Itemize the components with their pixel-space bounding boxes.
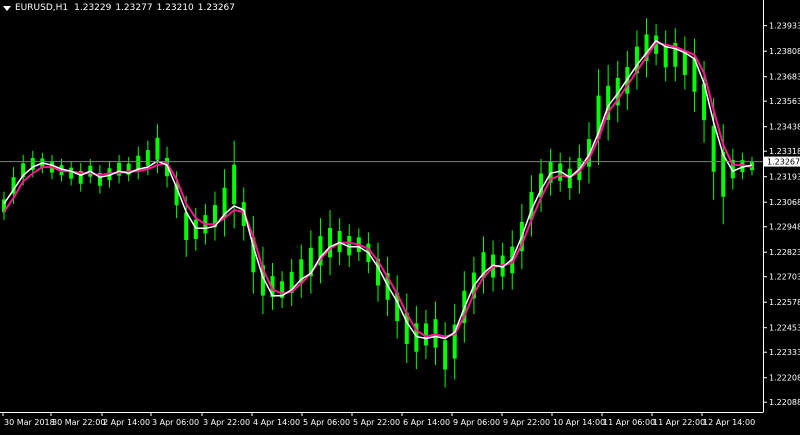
x-tick-label: 2 Apr 14:00 bbox=[103, 418, 150, 427]
chart-header: EURUSD,H1 1.23229 1.23277 1.23210 1.2326… bbox=[3, 2, 239, 14]
high-price: 1.23277 bbox=[115, 3, 153, 13]
x-tick-label: 12 Apr 14:00 bbox=[703, 418, 755, 427]
x-tick-label: 11 Apr 22:00 bbox=[653, 418, 705, 427]
x-tick-label: 30 Mar 22:00 bbox=[52, 418, 105, 427]
x-tick-label: 3 Apr 06:00 bbox=[152, 418, 199, 427]
y-tick-label: 1.22823 bbox=[769, 248, 800, 257]
x-tick-label: 6 Apr 14:00 bbox=[403, 418, 450, 427]
y-tick-label: 1.23318 bbox=[769, 147, 800, 156]
y-tick-label: 1.23563 bbox=[769, 97, 800, 106]
candle-body bbox=[193, 219, 198, 239]
low-price: 1.23210 bbox=[156, 3, 194, 13]
x-tick-label: 11 Apr 06:00 bbox=[603, 418, 655, 427]
x-tick-label: 4 Apr 14:00 bbox=[253, 418, 300, 427]
y-tick-label: 1.22088 bbox=[769, 398, 800, 407]
open-price: 1.23229 bbox=[74, 3, 112, 13]
x-tick-label: 3 Apr 22:00 bbox=[203, 418, 250, 427]
candle-body bbox=[145, 150, 150, 166]
chart-window[interactable]: 1.23933 1.23808 1.23683 1.23563 1.23438 1.233… bbox=[0, 0, 800, 431]
x-tick-label: 5 Apr 06:00 bbox=[303, 418, 350, 427]
candle-body bbox=[663, 44, 668, 68]
candle-body bbox=[682, 51, 687, 75]
y-tick-label: 1.23193 bbox=[769, 173, 800, 182]
symbol-timeframe: EURUSD,H1 bbox=[15, 3, 69, 13]
candle-body bbox=[567, 168, 572, 188]
y-tick-label: 1.23683 bbox=[769, 73, 800, 82]
y-tick-label: 1.23438 bbox=[769, 123, 800, 132]
y-tick-label: 1.23933 bbox=[769, 22, 800, 31]
current-price-label: 1.23267 bbox=[767, 158, 800, 167]
candle-body bbox=[443, 340, 448, 370]
candle-body bbox=[232, 164, 237, 205]
x-tick-label: 10 Apr 14:00 bbox=[553, 418, 605, 427]
triangle-down-icon[interactable] bbox=[3, 5, 11, 11]
x-tick-label: 9 Apr 06:00 bbox=[453, 418, 500, 427]
candle-body bbox=[328, 227, 333, 258]
y-tick-label: 1.22578 bbox=[769, 298, 800, 307]
y-tick-label: 1.22703 bbox=[769, 273, 800, 282]
price-chart[interactable]: 1.23933 1.23808 1.23683 1.23563 1.23438 1.233… bbox=[0, 0, 800, 431]
x-tick-label: 9 Apr 22:00 bbox=[503, 418, 550, 427]
y-tick-label: 1.23808 bbox=[769, 47, 800, 56]
close-price: 1.23267 bbox=[197, 3, 235, 13]
x-tick-label: 5 Apr 22:00 bbox=[353, 418, 400, 427]
y-tick-label: 1.22333 bbox=[769, 348, 800, 357]
candle-body bbox=[69, 167, 74, 179]
y-tick-label: 1.22208 bbox=[769, 374, 800, 383]
candle-body bbox=[155, 137, 160, 160]
candle-body bbox=[337, 231, 342, 253]
y-tick-label: 1.22453 bbox=[769, 324, 800, 333]
candle-body bbox=[184, 212, 189, 241]
candle-body bbox=[711, 125, 716, 172]
y-tick-label: 1.22948 bbox=[769, 223, 800, 232]
x-tick-label: 30 Mar 2018 bbox=[4, 418, 55, 427]
y-tick-label: 1.23068 bbox=[769, 198, 800, 207]
